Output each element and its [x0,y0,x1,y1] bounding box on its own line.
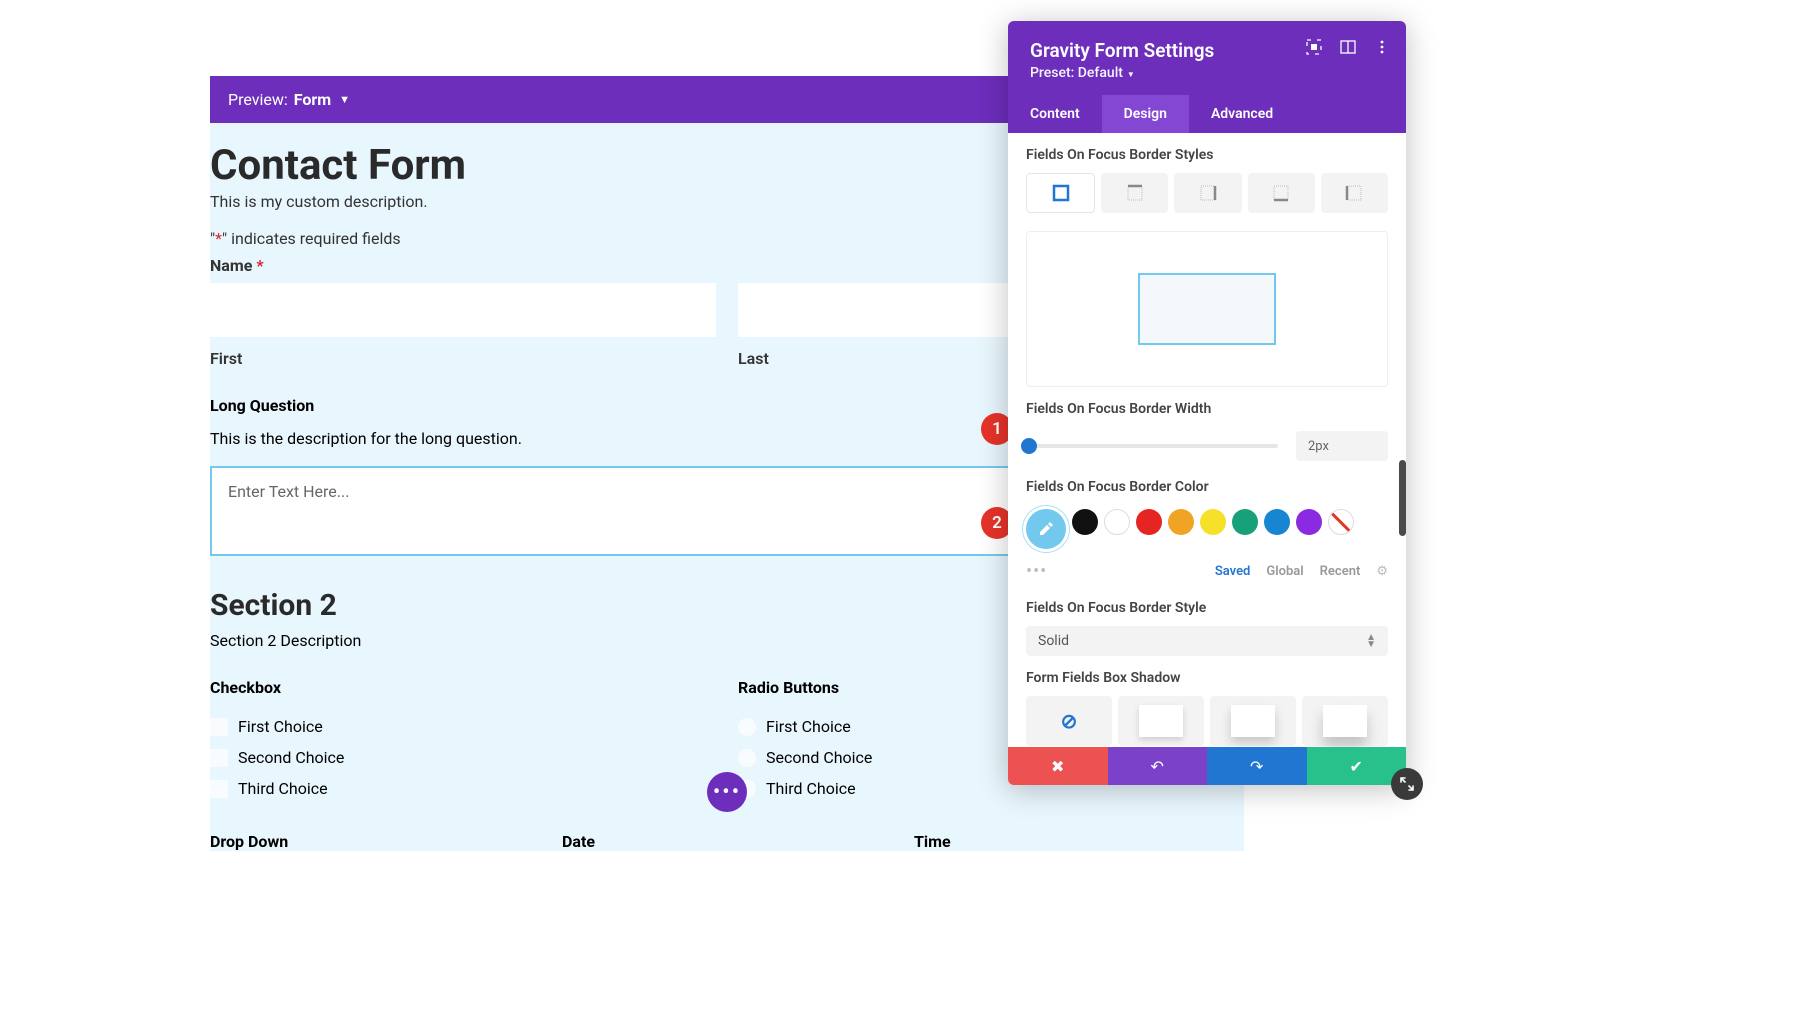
check-icon: ✔ [1350,757,1363,776]
panel-tabs: Content Design Advanced [1008,95,1406,133]
expand-fab[interactable] [1391,768,1423,800]
checkbox-icon [210,780,228,798]
columns-icon[interactable] [1340,39,1356,55]
border-style-top[interactable] [1101,173,1168,213]
dropdown-label: Drop Down [210,832,540,851]
panel-header-icons [1306,39,1390,55]
border-style-select[interactable]: Solid ▲▼ [1026,626,1388,656]
close-icon: ✖ [1051,757,1064,776]
color-swatch-selected[interactable] [1026,509,1066,549]
checkbox-icon [210,718,228,736]
radio-icon [738,718,756,736]
shadow-option-3[interactable] [1302,696,1388,746]
panel-footer: ✖ ↶ ↷ ✔ [1008,747,1406,785]
triangle-down-icon: ▼ [1125,70,1135,79]
more-icon[interactable] [1374,39,1390,55]
tab-content[interactable]: Content [1008,95,1102,133]
eyedropper-icon [1037,520,1055,538]
close-button[interactable]: ✖ [1008,747,1108,785]
undo-icon: ↶ [1151,757,1164,776]
checkbox-icon [210,749,228,767]
more-options-fab[interactable]: ••• [707,772,747,812]
box-shadow-row: ⊘ [1026,696,1388,747]
color-tab-saved[interactable]: Saved [1215,564,1251,579]
updown-icon: ▲▼ [1366,634,1376,648]
border-width-value[interactable]: 2px [1296,431,1388,461]
color-swatch-teal[interactable] [1232,509,1258,535]
time-label: Time [914,832,1244,851]
color-swatch-none[interactable] [1328,509,1354,535]
border-style-left[interactable] [1321,173,1388,213]
ellipsis-icon: ••• [713,780,741,805]
gear-icon[interactable]: ⚙ [1376,564,1388,579]
shadow-option-1[interactable] [1118,696,1204,746]
tab-design[interactable]: Design [1102,95,1189,133]
redo-icon: ↷ [1250,757,1263,776]
color-swatch-purple[interactable] [1296,509,1322,535]
color-tab-global[interactable]: Global [1266,564,1303,579]
ellipsis-icon[interactable]: ••• [1026,561,1047,582]
focus-icon[interactable] [1306,39,1322,55]
panel-body[interactable]: Fields On Focus Border Styles Fields On … [1008,133,1406,747]
redo-button[interactable]: ↷ [1207,747,1307,785]
radio-icon [738,749,756,767]
shadow-option-2[interactable] [1210,696,1296,746]
color-swatch-red[interactable] [1136,509,1162,535]
border-styles-label: Fields On Focus Border Styles [1026,133,1388,173]
border-style-all[interactable] [1026,173,1095,213]
border-style-bottom[interactable] [1248,173,1315,213]
border-preview-inner [1138,273,1276,345]
border-width-slider-row: 2px [1026,427,1388,465]
settings-panel: Gravity Form Settings Preset: Default ▼ … [1008,21,1406,785]
undo-button[interactable]: ↶ [1108,747,1208,785]
panel-header: Gravity Form Settings Preset: Default ▼ [1008,21,1406,95]
checkbox-item[interactable]: Third Choice [210,773,716,804]
border-width-label: Fields On Focus Border Width [1026,387,1388,427]
first-sublabel: First [210,337,716,386]
no-symbol-icon: ⊘ [1061,709,1078,733]
box-shadow-label: Form Fields Box Shadow [1026,656,1388,696]
checkbox-label: Checkbox [210,678,716,711]
color-swatch-blue[interactable] [1264,509,1290,535]
border-styles-row [1026,173,1388,213]
shadow-none[interactable]: ⊘ [1026,696,1112,746]
color-tab-recent[interactable]: Recent [1320,564,1361,579]
color-swatch-row [1026,505,1388,553]
preview-label: Preview: [228,90,288,109]
expand-icon [1399,776,1415,792]
chevron-down-icon: ▼ [339,93,350,106]
color-swatch-orange[interactable] [1168,509,1194,535]
preview-value: Form [294,90,331,109]
border-style-value: Solid [1038,633,1069,649]
color-swatch-white[interactable] [1104,509,1130,535]
border-color-label: Fields On Focus Border Color [1026,465,1388,505]
panel-preset[interactable]: Preset: Default ▼ [1030,62,1384,81]
border-style-right[interactable] [1174,173,1241,213]
checkbox-item[interactable]: First Choice [210,711,716,742]
color-meta-row: ••• Saved Global Recent ⚙ [1026,553,1388,586]
date-label: Date [562,832,892,851]
panel-scrollbar[interactable] [1399,460,1406,536]
checkbox-item[interactable]: Second Choice [210,742,716,773]
border-width-slider[interactable] [1026,444,1278,448]
color-swatch-black[interactable] [1072,509,1098,535]
slider-thumb-icon[interactable] [1021,438,1037,454]
tab-advanced[interactable]: Advanced [1189,95,1295,133]
color-swatch-yellow[interactable] [1200,509,1226,535]
first-name-input[interactable] [210,283,716,337]
border-style-select-label: Fields On Focus Border Style [1026,586,1388,626]
border-preview-box [1026,231,1388,387]
